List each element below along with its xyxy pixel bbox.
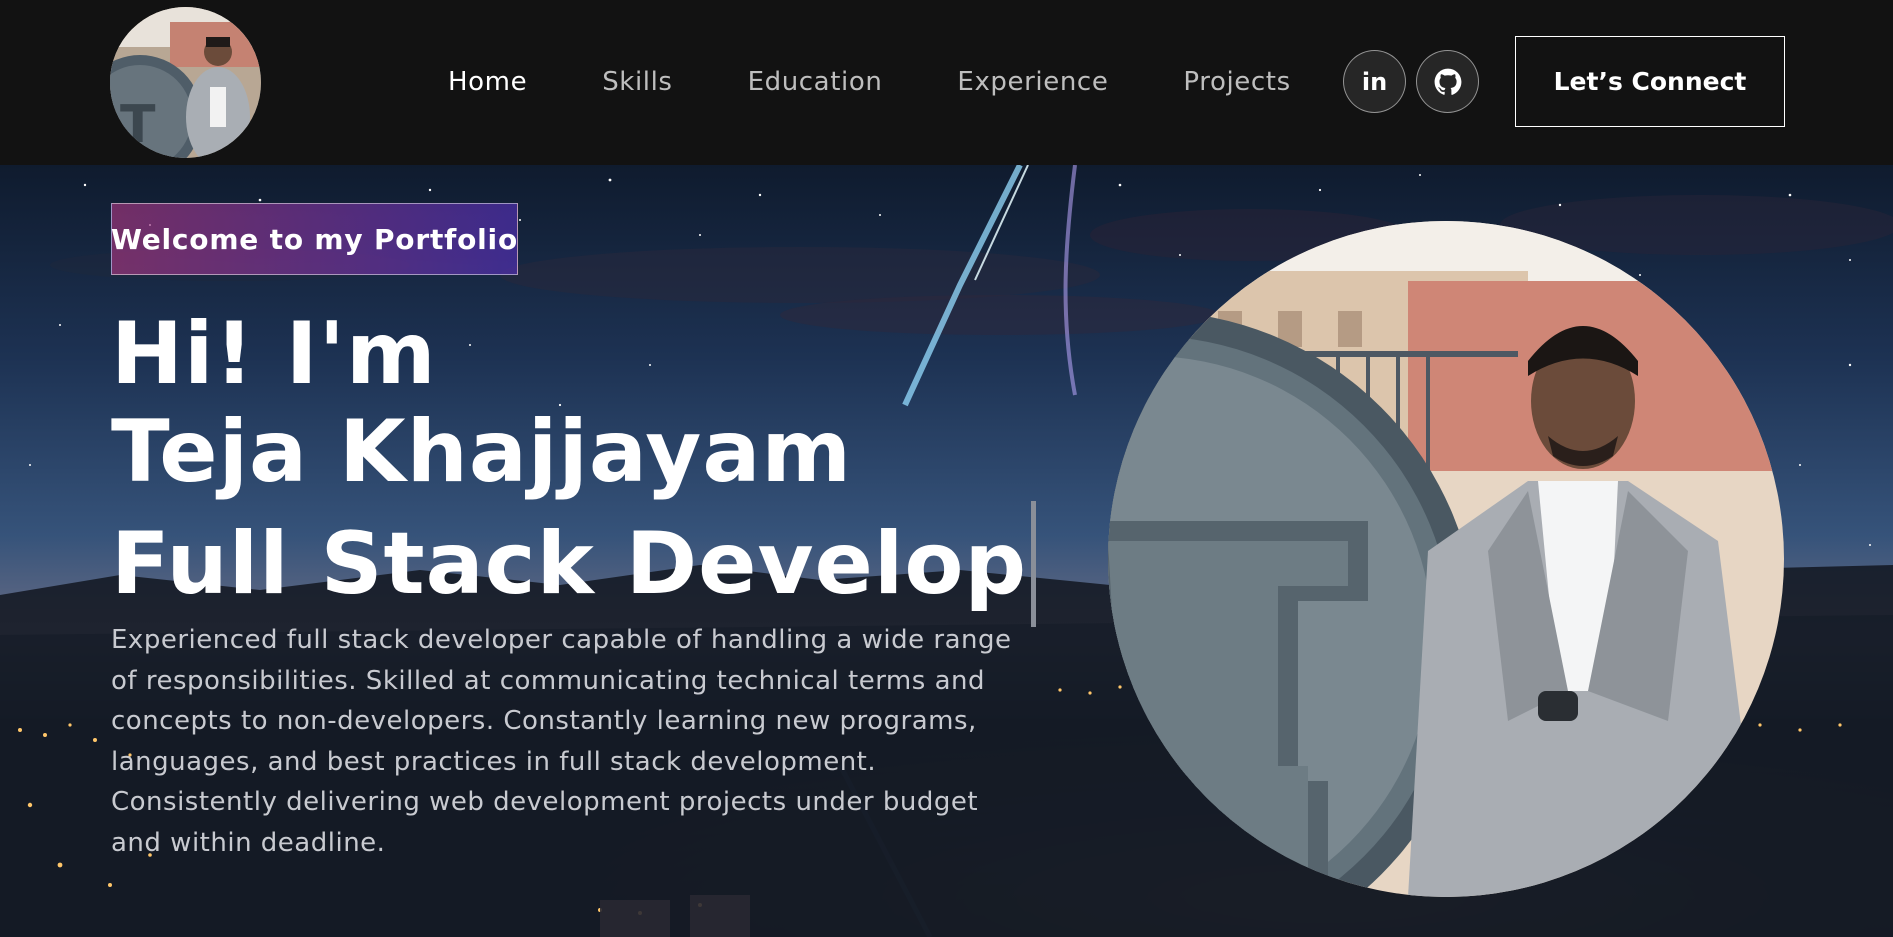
github-button[interactable] (1416, 50, 1479, 113)
navbar: T Home Skills Education Experience Proje… (0, 0, 1893, 165)
linkedin-icon: in (1361, 67, 1388, 96)
profile-logo-avatar[interactable]: T (110, 7, 261, 158)
nav-link-education[interactable]: Education (748, 67, 883, 97)
headline-role-line: Full Stack Develop (111, 501, 1037, 627)
nav-link-projects[interactable]: Projects (1183, 67, 1290, 97)
linkedin-button[interactable]: in (1343, 50, 1406, 113)
nav-links: Home Skills Education Experience Project… (448, 62, 1291, 102)
nav-link-skills[interactable]: Skills (602, 67, 672, 97)
portrait-photo (1108, 221, 1784, 897)
svg-text:T: T (120, 95, 156, 155)
welcome-tagline-badge: Welcome to my Portfolio (111, 203, 518, 275)
hero-description: Experienced full stack developer capable… (111, 625, 1012, 858)
hero-banner: Welcome to my Portfolio Hi! I'm Teja Kha… (0, 165, 1893, 937)
headline-role: Full Stack Develop (111, 514, 1028, 614)
nav-link-experience[interactable]: Experience (957, 67, 1108, 97)
lets-connect-button[interactable]: Let’s Connect (1515, 36, 1785, 127)
headline-greeting: Hi! I'm (111, 304, 437, 404)
nav-link-home[interactable]: Home (448, 67, 527, 97)
typing-caret (1031, 501, 1037, 627)
github-icon (1434, 68, 1461, 95)
hero-headline: Hi! I'm Teja Khajjayam Full Stack Develo… (111, 304, 1037, 627)
headline-name: Teja Khajjayam (111, 402, 852, 502)
